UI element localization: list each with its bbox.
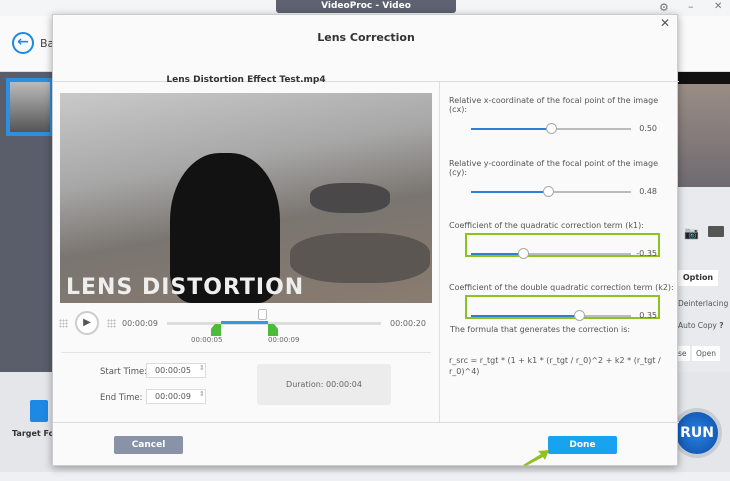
footer-divider	[53, 422, 679, 423]
dialog-title: Lens Correction	[317, 31, 415, 44]
end-mark-time: 00:00:09	[268, 336, 300, 344]
start-time-input[interactable]: 00:00:05	[146, 363, 206, 378]
grip-icon	[107, 319, 116, 328]
start-marker-handle[interactable]	[211, 324, 221, 336]
settings-gear-icon[interactable]: ⚙	[659, 1, 669, 14]
target-format-icon[interactable]	[30, 400, 48, 422]
param-label: Relative x-coordinate of the focal point…	[449, 96, 659, 114]
thumbnail-image	[10, 82, 50, 132]
auto-copy-label[interactable]: Auto Copy	[678, 321, 717, 330]
rock	[310, 183, 390, 213]
close-window-icon[interactable]: ✕	[714, 1, 722, 12]
minimize-icon[interactable]: –	[688, 0, 694, 13]
param-value: 0.50	[639, 124, 657, 133]
preview-image	[678, 72, 730, 187]
start-mark-time: 00:00:05	[191, 336, 223, 344]
param-slider[interactable]	[471, 310, 631, 321]
done-button[interactable]: Done	[548, 436, 617, 454]
start-time-stepper[interactable]: ⇕	[199, 364, 205, 372]
slider-fill	[471, 253, 523, 255]
help-icon[interactable]: ?	[719, 321, 723, 330]
camera-icon[interactable]: 📷	[684, 226, 699, 240]
param-slider[interactable]	[471, 123, 631, 134]
end-time-label: End Time:	[100, 393, 143, 403]
file-name: Lens Distortion Effect Test.mp4	[166, 75, 326, 85]
start-time-label: Start Time:	[100, 367, 148, 377]
param-slider[interactable]	[471, 248, 631, 259]
app-title: VideoProc - Video	[276, 0, 456, 13]
param-slider[interactable]	[471, 186, 631, 197]
param-label: Coefficient of the double quadratic corr…	[449, 283, 674, 292]
video-preview[interactable]: LENS DISTORTION	[60, 93, 432, 303]
dialog-close-icon[interactable]: ✕	[660, 16, 670, 30]
slider-knob[interactable]	[518, 248, 529, 259]
formula-text: r_src = r_tgt * (1 + k1 * (r_tgt / r_0)^…	[449, 356, 661, 376]
pointer-arrow-icon	[523, 450, 549, 466]
param-value: 0.35	[639, 311, 657, 320]
video-overlay-text: LENS DISTORTION	[66, 275, 305, 300]
end-time-input[interactable]: 00:00:09	[146, 389, 206, 404]
end-marker-handle[interactable]	[268, 324, 278, 336]
slider-knob[interactable]	[542, 186, 554, 197]
open-button[interactable]: Open	[692, 346, 720, 361]
slider-fill	[471, 128, 551, 130]
param-label: Coefficient of the quadratic correction …	[449, 221, 644, 230]
param-label: Relative y-coordinate of the focal point…	[449, 159, 658, 177]
slider-knob[interactable]	[574, 310, 585, 321]
param-value: 0.48	[639, 187, 657, 196]
run-button[interactable]: RUN	[672, 408, 722, 458]
slider-knob[interactable]	[546, 123, 557, 134]
lens-correction-dialog: Lens Correction ✕ Lens Distortion Effect…	[52, 14, 679, 466]
param-value: -0.35	[636, 249, 657, 258]
end-time-stepper[interactable]: ⇕	[199, 390, 205, 398]
slider-fill	[471, 191, 548, 193]
total-time: 00:00:20	[390, 319, 426, 328]
grip-icon	[59, 319, 68, 328]
panel-divider	[439, 82, 440, 422]
slider-fill	[471, 315, 579, 317]
timeline-selection	[221, 321, 268, 324]
deinterlacing-label[interactable]: Deinterlacing	[678, 299, 728, 308]
option-button[interactable]: Option	[678, 270, 718, 286]
playhead-handle[interactable]	[258, 309, 267, 320]
back-arrow-icon[interactable]: ←	[12, 32, 34, 54]
duration-display: Duration: 00:00:04	[257, 364, 391, 405]
rock	[290, 233, 430, 283]
current-time: 00:00:09	[122, 319, 158, 328]
formula-label: The formula that generates the correctio…	[450, 325, 631, 334]
play-button[interactable]: ▶	[75, 311, 99, 335]
folder-icon[interactable]	[708, 226, 724, 237]
browse-button[interactable]: se	[678, 346, 690, 361]
cancel-button[interactable]: Cancel	[114, 436, 183, 454]
section-divider	[61, 352, 431, 353]
